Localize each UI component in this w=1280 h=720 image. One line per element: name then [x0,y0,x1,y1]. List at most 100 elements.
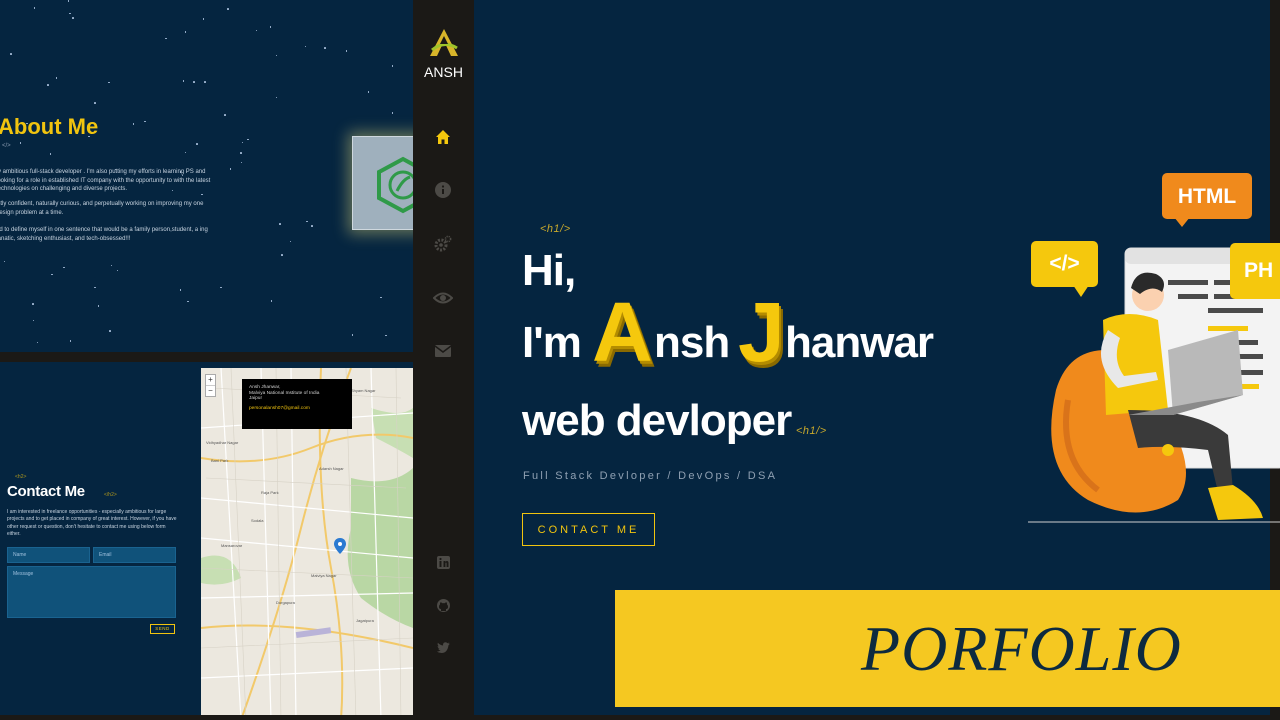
twitter-icon[interactable] [436,640,451,655]
contact-tag: <h2> [15,474,27,480]
about-tag: </> [2,143,11,149]
star [3,260,5,263]
contact-description: I am interested in freelance opportuniti… [7,509,177,537]
star [72,17,74,19]
map-label: Vidhyadhar Nagar [206,440,239,445]
about-paragraph: ed to define myself in one sentence that… [0,227,208,242]
star [108,81,110,84]
name-input[interactable]: Name [7,547,90,563]
star [36,341,39,344]
star [240,152,242,154]
code-bubble-text: </> [1049,252,1080,275]
star [97,305,100,307]
hero-last-rest: hanwar [785,318,934,367]
star [391,65,394,67]
star [275,96,277,99]
star [306,220,308,223]
logo-text[interactable]: ANSH [413,64,474,80]
star [179,289,182,291]
spring-boot-icon [377,156,413,214]
html-bubble: HTML [1162,173,1252,227]
star [279,223,281,225]
star [51,273,53,276]
star [269,26,272,28]
star [187,300,189,303]
star [63,266,65,269]
star [144,120,146,123]
map-zoom-in-button[interactable]: + [206,375,215,385]
eye-icon[interactable] [433,288,453,308]
star [182,80,185,82]
star [196,143,198,145]
star [281,254,283,256]
logo-icon[interactable] [427,26,461,60]
map-zoom-control: + − [205,374,216,397]
star [229,168,232,170]
html-bubble-text: HTML [1177,185,1237,208]
star [32,319,35,322]
info-icon[interactable] [433,180,453,200]
developer-illustration-art [1028,247,1280,523]
banner-title: PORFOLIO [861,613,1182,684]
star [184,31,187,33]
php-bubble-text: PH [1244,259,1274,282]
settings-icon[interactable] [433,234,453,254]
star [109,330,111,332]
star [275,54,277,56]
map-label: Adarsh Nagar [319,466,344,471]
hero-im: I'm [522,318,582,367]
map-info-popup: Ansh Jhanwar, Malviya National Institute… [242,379,352,429]
github-icon[interactable] [436,598,451,613]
location-map[interactable]: Bani Park Adarsh Nagar Raja Park Malviya… [201,368,413,720]
about-section-preview: About Me </> ry ambitious full-stack dev… [0,0,413,352]
star [202,18,204,20]
star [47,84,49,86]
popup-email[interactable]: personalansh07@gmail.com [249,406,345,412]
star [204,81,206,83]
map-label: Malviya Nagar [311,573,337,578]
home-icon[interactable] [433,127,453,147]
star [67,0,69,2]
star [311,225,313,227]
message-textarea[interactable]: Message [7,566,176,618]
map-label: Shyam Nagar [351,388,376,393]
star [380,296,382,299]
star [247,138,249,141]
hero-last-initial: J [738,285,785,379]
star [116,269,119,271]
star [49,153,51,155]
star [351,334,354,336]
about-paragraph: istly confident, naturally curious, and … [0,201,204,216]
star [220,286,222,289]
map-label: Bani Park [211,458,229,463]
hero-subtitle: Full Stack Devloper / DevOps / DSA [523,470,778,482]
star [304,45,307,47]
star [385,334,387,337]
star [289,240,292,243]
star [165,37,167,40]
developer-illustration: HTML </> PH [1028,170,1280,530]
code-tag-open: <h1/> [540,223,571,235]
about-title: About Me [0,114,99,139]
contact-section-preview: <h2> Contact Me </h2> I am interested in… [0,362,413,720]
star [241,141,244,144]
star [367,91,369,93]
send-button[interactable]: SEND [150,624,175,634]
map-label: Mansarovar [221,543,243,548]
popup-city: Jaipur [249,396,263,402]
mail-icon[interactable] [433,341,453,361]
hero-role: web devloper [522,396,792,445]
map-zoom-out-button[interactable]: − [206,385,215,396]
star [132,123,135,125]
star [184,151,187,154]
star [224,114,226,116]
linkedin-icon[interactable] [436,555,451,570]
email-input[interactable]: Email [93,547,176,563]
star [10,53,12,55]
star [69,340,72,342]
contact-me-button[interactable]: CONTACT ME [522,513,655,546]
bottom-strip [0,715,1280,720]
star [94,102,96,104]
star [345,50,348,52]
star [227,8,229,10]
